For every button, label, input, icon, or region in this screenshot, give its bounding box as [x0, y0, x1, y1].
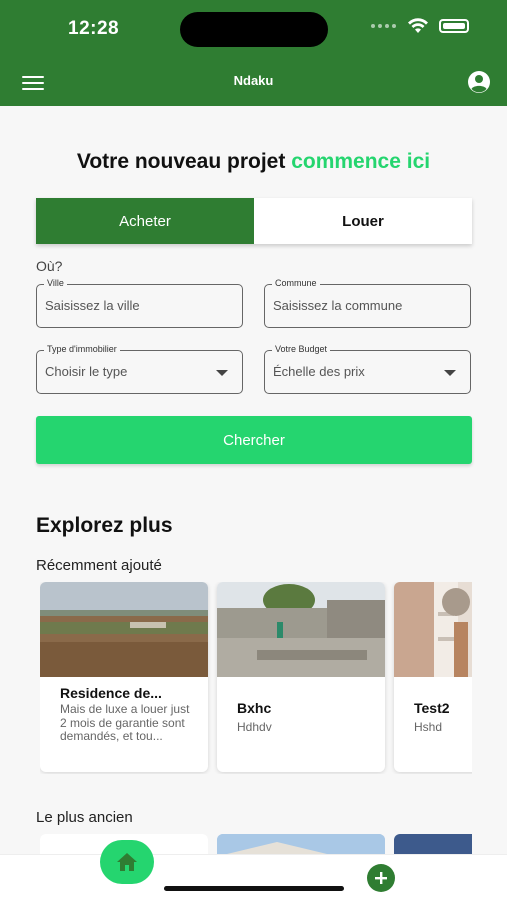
headline-accent: commence ici: [291, 150, 431, 173]
dropdown-arrow-icon: [216, 370, 228, 376]
home-button[interactable]: [100, 840, 154, 884]
budget-select[interactable]: Votre Budget Échelle des prix: [264, 344, 471, 394]
oldest-section-title: Le plus ancien: [36, 809, 133, 826]
card-description: Hdhdv: [237, 720, 272, 734]
recent-section-title: Récemment ajouté: [36, 557, 162, 574]
commune-field[interactable]: Commune Saisissez la commune: [264, 278, 471, 328]
add-button[interactable]: [367, 864, 395, 892]
card-description: Hshd: [414, 720, 443, 734]
property-card[interactable]: Residence de... Mais de luxe a louer jus…: [40, 582, 208, 772]
main-content: Votre nouveau projet commence ici Achete…: [0, 106, 507, 854]
account-circle-icon: [468, 71, 490, 93]
wifi-icon: [408, 18, 428, 33]
search-button[interactable]: Chercher: [36, 416, 472, 464]
where-label: Où?: [36, 258, 63, 274]
property-card[interactable]: [394, 834, 472, 854]
property-type-value: Choisir le type: [45, 364, 128, 379]
signal-icon: [371, 23, 397, 29]
city-field-label: Ville: [44, 278, 67, 288]
property-photo: [217, 582, 385, 677]
commune-field-label: Commune: [272, 278, 320, 288]
city-field[interactable]: Ville Saisissez la ville: [36, 278, 243, 328]
explore-title: Explorez plus: [36, 514, 173, 537]
app-bar: Ndaku: [0, 58, 507, 106]
home-indicator: [164, 886, 344, 891]
property-photo: [394, 582, 472, 677]
battery-icon: [439, 19, 469, 33]
property-card[interactable]: Bxhc Hdhdv: [217, 582, 385, 772]
dropdown-arrow-icon: [444, 370, 456, 376]
account-button[interactable]: [467, 70, 491, 94]
add-circle-icon: [375, 872, 387, 884]
bottom-nav: [0, 854, 507, 901]
property-type-select[interactable]: Type d'immobilier Choisir le type: [36, 344, 243, 394]
property-card[interactable]: [217, 834, 385, 854]
tab-buy[interactable]: Acheter: [36, 198, 254, 244]
card-title: Test2: [414, 700, 450, 716]
buy-rent-toggle: Acheter Louer: [36, 198, 472, 244]
recent-carousel: Residence de... Mais de luxe a louer jus…: [40, 582, 472, 774]
page-headline: Votre nouveau projet commence ici: [0, 150, 507, 174]
budget-value: Échelle des prix: [273, 364, 365, 379]
card-description: Mais de luxe a louer just 2 mois de gara…: [60, 702, 190, 743]
status-icons: [371, 18, 469, 34]
status-bar: 12:28: [0, 0, 507, 58]
headline-main: Votre nouveau projet: [76, 150, 286, 173]
budget-label: Votre Budget: [272, 344, 331, 354]
home-icon: [117, 853, 137, 871]
status-time: 12:28: [68, 18, 120, 39]
tab-rent[interactable]: Louer: [254, 198, 472, 244]
card-title: Residence de...: [60, 685, 162, 701]
city-field-placeholder: Saisissez la ville: [45, 298, 140, 313]
commune-field-placeholder: Saisissez la commune: [273, 298, 403, 313]
property-type-label: Type d'immobilier: [44, 344, 120, 354]
property-card[interactable]: Test2 Hshd: [394, 582, 472, 772]
property-photo: [40, 582, 208, 677]
property-photo: [217, 834, 385, 854]
app-title: Ndaku: [233, 73, 274, 88]
card-title: Bxhc: [237, 700, 272, 716]
dynamic-island: [180, 12, 328, 47]
